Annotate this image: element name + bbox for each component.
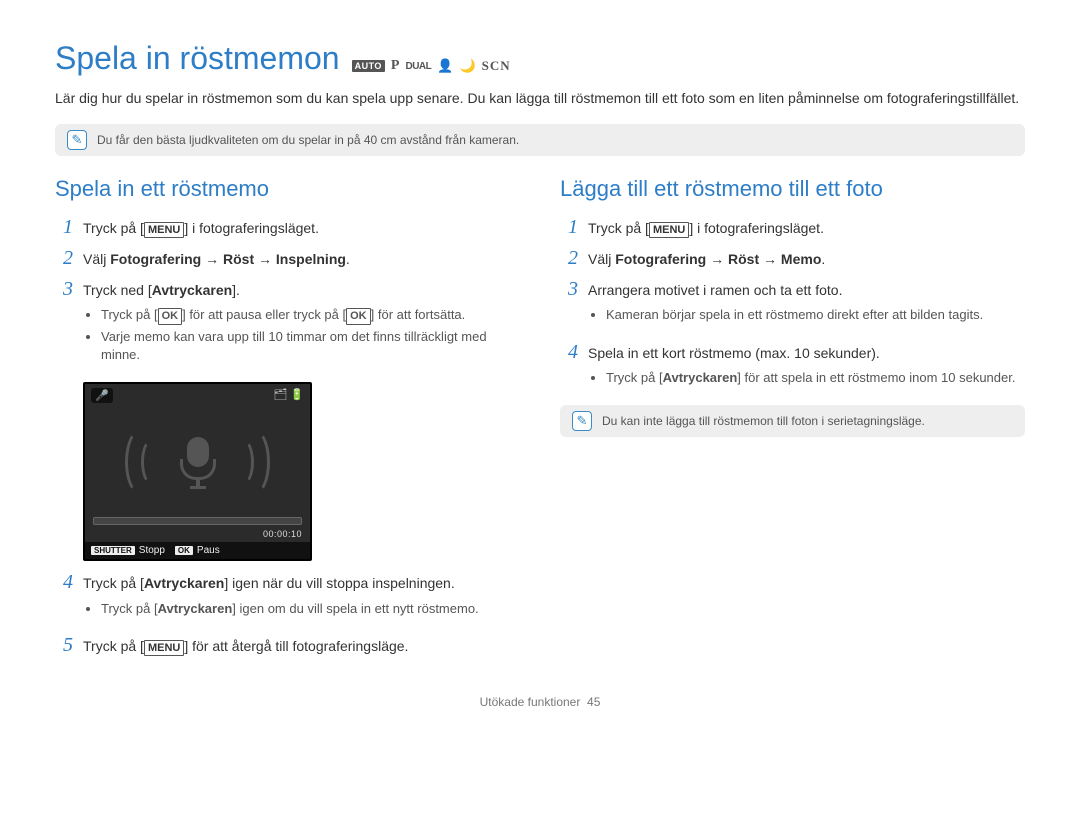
- ok-key: OK: [158, 308, 183, 324]
- screenshot-mic-graphic: [85, 407, 310, 517]
- microphone-icon: [180, 437, 216, 487]
- right-column: Lägga till ett röstmemo till ett foto 1 …: [560, 176, 1025, 665]
- sub-bullet: Varje memo kan vara upp till 10 timmar o…: [101, 328, 520, 364]
- intro-text: Lär dig hur du spelar in röstmemon som d…: [55, 89, 1025, 108]
- right-heading: Lägga till ett röstmemo till ett foto: [560, 176, 1025, 202]
- step-text: Spela in ett kort röstmemo (max. 10 seku…: [588, 344, 1025, 364]
- left-step-2: 2 Välj Fotografering → Röst → Inspelning…: [55, 247, 520, 270]
- step-text: Välj Fotografering → Röst → Inspelning.: [83, 250, 520, 270]
- menu-key: MENU: [144, 222, 184, 238]
- sub-bullets: Tryck på [Avtryckaren] igen om du vill s…: [83, 600, 520, 618]
- note-icon: ✎: [67, 130, 87, 150]
- mode-p-icon: P: [391, 58, 400, 74]
- page-title-row: Spela in röstmemon AUTO P DUAL 👤 🌙 SCN: [55, 40, 1025, 83]
- step-number: 3: [55, 278, 73, 301]
- sub-bullet: Tryck på [Avtryckaren] för att spela in …: [606, 369, 1025, 387]
- step-number: 1: [560, 216, 578, 239]
- step-text: Tryck på [Avtryckaren] igen när du vill …: [83, 574, 520, 594]
- screenshot-topbar: 🎤 🗂 🔋: [85, 384, 310, 407]
- sub-bullet: Tryck på [OK] för att pausa eller tryck …: [101, 306, 520, 324]
- page-title: Spela in röstmemon: [55, 40, 340, 77]
- left-column: Spela in ett röstmemo 1 Tryck på [MENU] …: [55, 176, 520, 665]
- step-number: 2: [560, 247, 578, 270]
- battery-icon: 🗂 🔋: [273, 388, 304, 403]
- note-top-text: Du får den bästa ljudkvaliteten om du sp…: [97, 133, 519, 147]
- right-step-2: 2 Välj Fotografering → Röst → Memo.: [560, 247, 1025, 270]
- left-heading: Spela in ett röstmemo: [55, 176, 520, 202]
- mode-night-icon: 🌙: [459, 58, 475, 74]
- note-right: ✎ Du kan inte lägga till röstmemon till …: [560, 405, 1025, 437]
- step-number: 3: [560, 278, 578, 301]
- step-text: Tryck på [MENU] i fotograferingsläget.: [83, 219, 520, 239]
- sub-bullet: Tryck på [Avtryckaren] igen om du vill s…: [101, 600, 520, 618]
- step-text: Tryck ned [Avtryckaren].: [83, 281, 520, 301]
- page-footer: Utökade funktioner 45: [55, 695, 1025, 709]
- menu-key: MENU: [649, 222, 689, 238]
- mode-portrait-icon: 👤: [437, 58, 453, 74]
- step-number: 4: [560, 341, 578, 364]
- step-text: Tryck på [MENU] i fotograferingsläget.: [588, 219, 1025, 239]
- step-text: Tryck på [MENU] för att återgå till foto…: [83, 637, 520, 657]
- sub-bullets: Tryck på [Avtryckaren] för att spela in …: [588, 369, 1025, 387]
- ok-key: OK: [175, 546, 193, 555]
- left-step-4: 4 Tryck på [Avtryckaren] igen när du vil…: [55, 571, 520, 626]
- mode-icons: AUTO P DUAL 👤 🌙 SCN: [352, 58, 511, 74]
- screenshot-bottombar: SHUTTERStopp OKPaus: [85, 542, 310, 559]
- shutter-key: SHUTTER: [91, 546, 135, 555]
- step-number: 1: [55, 216, 73, 239]
- note-right-text: Du kan inte lägga till röstmemon till fo…: [602, 414, 925, 428]
- right-step-3: 3 Arrangera motivet i ramen och ta ett f…: [560, 278, 1025, 333]
- note-top: ✎ Du får den bästa ljudkvaliteten om du …: [55, 124, 1025, 156]
- camera-screenshot: 🎤 🗂 🔋 00:00:10 SHUTTERStopp OKPaus: [83, 382, 312, 561]
- menu-key: MENU: [144, 640, 184, 656]
- step-number: 2: [55, 247, 73, 270]
- step-text: Välj Fotografering → Röst → Memo.: [588, 250, 1025, 270]
- sub-bullet: Kameran börjar spela in ett röstmemo dir…: [606, 306, 1025, 324]
- mode-auto-icon: AUTO: [352, 60, 385, 72]
- step-number: 5: [55, 634, 73, 657]
- sub-bullets: Kameran börjar spela in ett röstmemo dir…: [588, 306, 1025, 324]
- sub-bullets: Tryck på [OK] för att pausa eller tryck …: [83, 306, 520, 364]
- left-step-5: 5 Tryck på [MENU] för att återgå till fo…: [55, 634, 520, 657]
- mode-dual-icon: DUAL: [405, 61, 431, 72]
- mode-scn-icon: SCN: [482, 58, 511, 74]
- left-step-1: 1 Tryck på [MENU] i fotograferingsläget.: [55, 216, 520, 239]
- step-text: Arrangera motivet i ramen och ta ett fot…: [588, 281, 1025, 301]
- right-step-1: 1 Tryck på [MENU] i fotograferingsläget.: [560, 216, 1025, 239]
- time-counter: 00:00:10: [85, 529, 310, 542]
- ok-key: OK: [346, 308, 371, 324]
- note-icon: ✎: [572, 411, 592, 431]
- step-number: 4: [55, 571, 73, 594]
- right-step-4: 4 Spela in ett kort röstmemo (max. 10 se…: [560, 341, 1025, 396]
- progress-bar: [93, 517, 302, 525]
- mic-indicator-icon: 🎤: [91, 388, 113, 403]
- left-step-3: 3 Tryck ned [Avtryckaren]. Tryck på [OK]…: [55, 278, 520, 372]
